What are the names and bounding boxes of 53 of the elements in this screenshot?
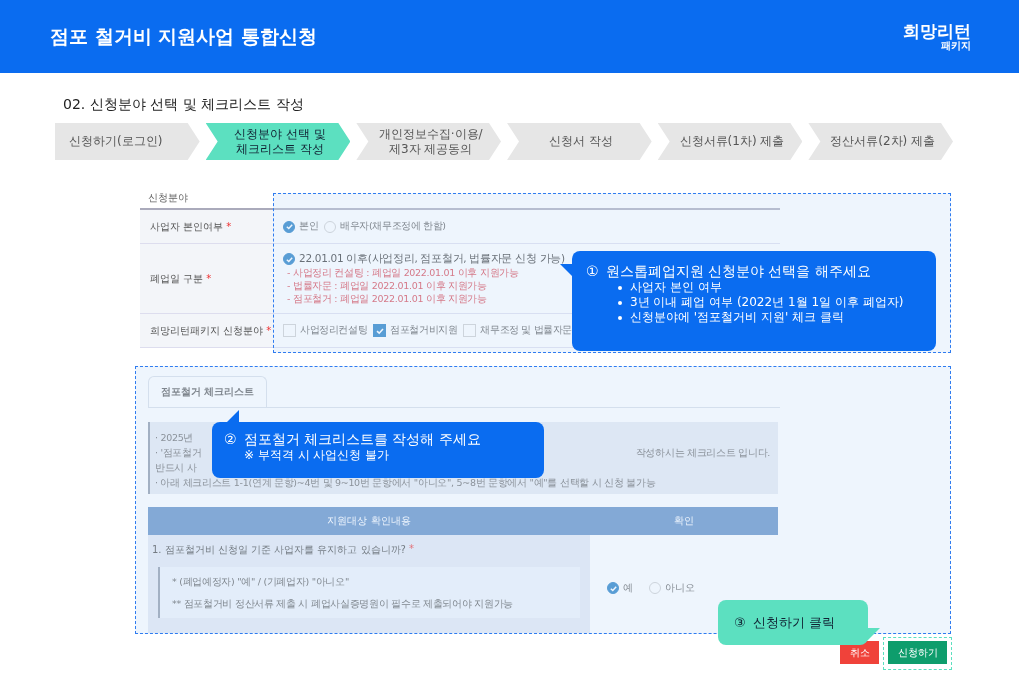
callout-text: 사업자 본인 여부 xyxy=(630,280,722,295)
logo-text: 희망리턴 xyxy=(903,21,971,40)
radio-button[interactable] xyxy=(283,220,295,233)
hint-text: ** 점포철거비 정산서류 제출 시 폐업사실증명원이 필수로 제출되어야 지원가능 xyxy=(172,598,514,609)
checkbox[interactable] xyxy=(283,324,296,337)
callout-text: 3년 이내 폐업 여부 (2022년 1월 1일 이후 폐업자) xyxy=(630,295,904,310)
callout-title: 원스톱폐업지원 신청분야 선택을 해주세요 xyxy=(605,262,871,280)
submit-button[interactable]: 신청하기 xyxy=(888,641,947,664)
question-text: 1. 점포철거비 신청일 기준 사업자를 유지하고 있습니까? xyxy=(152,543,406,557)
option-label: 예 xyxy=(623,581,633,595)
option-label: 본인 xyxy=(299,220,319,233)
note-text: - 법률자문 : 폐업일 2022.01.01 이후 지원가능 xyxy=(287,279,487,292)
field-label: 희망리턴패키지 신청분야 xyxy=(150,323,264,338)
option-label: 아니오 xyxy=(665,581,695,595)
note-text: - 점포철거 : 폐업일 2022.01.01 이후 지원가능 xyxy=(287,292,487,305)
option-label: 배우자(채무조정에 한함) xyxy=(340,220,446,233)
required-mark: * xyxy=(408,543,414,556)
notice-text: 반드시 사 xyxy=(155,461,197,475)
field-label: 폐업일 구분 xyxy=(150,271,204,286)
notice-text: · 2025년 xyxy=(155,431,194,445)
checkbox[interactable] xyxy=(373,324,387,337)
section-label: 신청분야 xyxy=(148,192,188,203)
callout-title: 점포철거 체크리스트를 작성해 주세요 xyxy=(243,430,481,448)
radio-button[interactable] xyxy=(324,220,337,233)
notice-text: · '점포철거 xyxy=(155,446,202,460)
checklist-tab[interactable]: 점포철거 체크리스트 xyxy=(148,376,268,407)
required-mark: * xyxy=(266,325,272,336)
option-label: 점포철거비지원 xyxy=(390,324,458,337)
notice-text: · 아래 체크리스트 1-1(연계 문항)~4번 및 9~10번 문항에서 "아니오", 5~8번 문항에서 "예"를 선택할 시 신청 불가능 xyxy=(155,476,656,490)
step-number: ③ xyxy=(734,613,746,632)
option-label: 22.01.01 이후(사업정리, 점포철거, 법률자문 신청 가능) xyxy=(299,252,565,266)
required-mark: * xyxy=(226,221,232,232)
radio-button[interactable] xyxy=(283,253,295,265)
notice-text: 작성하시는 체크리스트 입니다. xyxy=(635,446,770,460)
option-label: 채무조정 및 법률자문 xyxy=(480,324,573,337)
column-header: 지원대상 확인내용 xyxy=(148,507,590,535)
radio-button[interactable] xyxy=(607,582,619,594)
field-label: 사업자 본인여부 xyxy=(150,219,224,234)
logo-subtext: 패키지 xyxy=(941,39,971,52)
callout-text: ※ 부적격 시 사업신청 불가 xyxy=(244,448,390,463)
hint-text: * (폐업예정자) "예" / (기폐업자) "아니오" xyxy=(172,576,349,587)
page-title: 점포 철거비 지원사업 통합신청 xyxy=(50,23,317,49)
checkbox[interactable] xyxy=(463,324,477,337)
section-heading: 02. 신청분야 선택 및 체크리스트 작성 xyxy=(63,96,305,114)
note-text: - 사업정리 컨설팅 : 폐업일 2022.01.01 이후 지원가능 xyxy=(287,266,519,279)
step-number: ② xyxy=(224,430,237,448)
callout-title: 신청하기 클릭 xyxy=(752,613,835,632)
callout-text: 신청분야에 '점포철거비 지원' 체크 클릭 xyxy=(630,310,844,325)
column-header: 확인 xyxy=(590,507,778,535)
option-label: 사업정리컨설팅 xyxy=(300,324,368,337)
radio-button[interactable] xyxy=(649,582,661,594)
step-number: ① xyxy=(586,262,599,280)
required-mark: * xyxy=(206,273,212,284)
